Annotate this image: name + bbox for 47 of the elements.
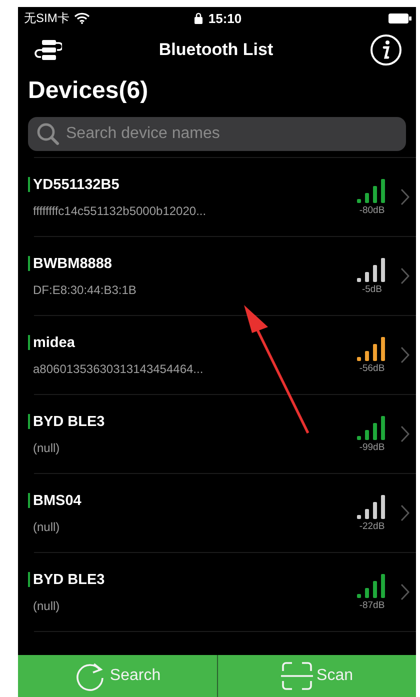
device-name: BYD BLE3 (33, 414, 105, 430)
device-identifier: DF:E8:30:44:B3:1B (32, 282, 138, 296)
device-identifier: a80601353630313143454464... (32, 362, 204, 376)
battery-icon (388, 12, 412, 24)
search-field[interactable]: Search device names (28, 117, 406, 151)
database-icon[interactable] (34, 38, 62, 62)
device-identifier: ffffffffc14c551132b5000b12020... (32, 204, 208, 218)
device-row[interactable]: BWBM8888 DF:E8:30:44:B3:1B -5dB (34, 237, 416, 316)
devices-heading: Devices(6) (27, 76, 150, 106)
lock-icon (194, 12, 204, 24)
status-marker (28, 414, 30, 429)
signal-reading: -80dB (359, 205, 385, 216)
chevron-icon (400, 504, 410, 522)
nav-title: Bluetooth List (158, 40, 274, 60)
device-name: midea (33, 334, 75, 350)
device-name: BWBM8888 (33, 256, 112, 272)
carrier-text: 无SIM卡 (24, 10, 70, 26)
device-identifier: (null) (32, 440, 61, 454)
signal-reading: -22dB (359, 521, 385, 532)
chevron-icon (400, 188, 410, 206)
chevron-icon (400, 346, 410, 364)
chevron-icon (400, 425, 410, 443)
chevron-icon (400, 583, 410, 601)
device-row[interactable]: YD551132B5 ffffffffc14c551132b5000b12020... -80dB (34, 158, 416, 237)
device-name: BYD BLE3 (33, 572, 105, 588)
status-marker (28, 256, 30, 271)
device-row[interactable]: BYD BLE3 (null) -87dB (34, 553, 416, 632)
signal-reading: -56dB (359, 363, 385, 374)
clock-time: 15:10 (208, 10, 242, 26)
device-name: YD551132B5 (33, 176, 120, 192)
wifi-icon (74, 12, 90, 24)
chevron-icon (400, 267, 410, 285)
status-marker (28, 572, 30, 587)
device-identifier: (null) (32, 520, 61, 534)
scan-frame-icon (280, 661, 313, 691)
status-marker (28, 493, 30, 508)
signal-reading: -5dB (362, 284, 382, 295)
device-row[interactable]: BMS04 (null) -22dB (34, 474, 416, 553)
signal-reading: -87dB (359, 600, 385, 611)
refresh-icon (74, 661, 106, 691)
device-name: BMS04 (33, 492, 82, 508)
info-icon[interactable] (370, 34, 402, 66)
device-row[interactable]: BYD BLE3 (null) -99dB (34, 395, 416, 474)
signal-reading: -99dB (359, 442, 385, 453)
status-marker (28, 335, 30, 350)
status-marker (28, 177, 30, 192)
device-identifier: (null) (32, 598, 61, 612)
